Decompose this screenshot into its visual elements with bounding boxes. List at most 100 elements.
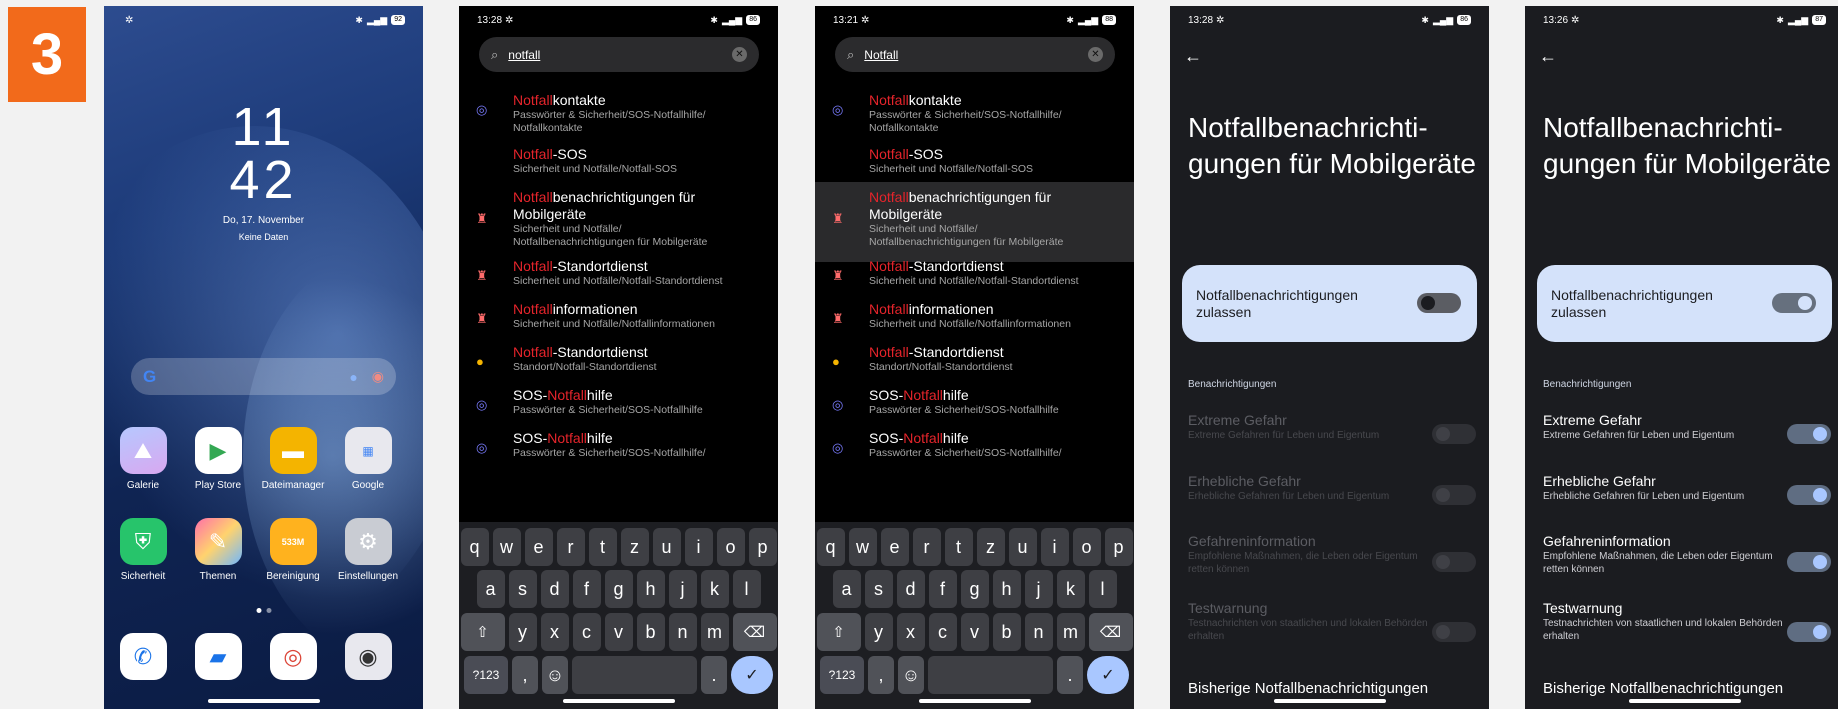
key[interactable]: c xyxy=(928,613,957,651)
search-result-item[interactable]: ♜ Notfall-Standortdienst Sicherheit und No… xyxy=(459,258,778,288)
period-key[interactable]: . xyxy=(1057,656,1083,694)
key[interactable]: e xyxy=(524,528,553,566)
symbols-key[interactable]: ?123 xyxy=(464,656,508,694)
key[interactable]: w xyxy=(848,528,877,566)
alert-option[interactable]: Erhebliche Gefahr Erhebliche Gefahren für… xyxy=(1543,472,1783,503)
lens-camera-icon[interactable]: ◉ xyxy=(372,368,384,385)
search-input[interactable]: ⌕ Notfall ✕ xyxy=(835,37,1115,72)
key[interactable]: j xyxy=(1024,570,1053,608)
alert-option[interactable]: Erhebliche Gefahr Erhebliche Gefahren für… xyxy=(1188,472,1428,503)
alert-option-toggle[interactable] xyxy=(1787,552,1831,572)
key[interactable]: n xyxy=(668,613,697,651)
key[interactable]: o xyxy=(1072,528,1101,566)
app-themen[interactable]: ✎ Themen xyxy=(181,518,255,582)
search-result-item[interactable]: ● Notfall-Standortdienst Standort/Notfall-… xyxy=(459,344,778,374)
key[interactable]: b xyxy=(636,613,665,651)
search-result-item[interactable]: ♜ Notfallbenachrichtigungen für Mobilgerä… xyxy=(815,182,1134,262)
back-arrow-icon[interactable]: ← xyxy=(1184,46,1202,67)
clear-icon[interactable]: ✕ xyxy=(732,47,747,62)
search-result-item[interactable]: ◎ SOS-Notfallhilfe Passwörter & Sicherheit… xyxy=(815,387,1134,417)
alert-option[interactable]: Testwarnung Testnachrichten von staatlich… xyxy=(1543,599,1783,643)
key[interactable]: e xyxy=(880,528,909,566)
key[interactable]: i xyxy=(684,528,713,566)
key[interactable]: k xyxy=(1056,570,1085,608)
alert-option-toggle[interactable] xyxy=(1432,485,1476,505)
key[interactable]: g xyxy=(960,570,989,608)
key[interactable]: r xyxy=(556,528,585,566)
key[interactable]: b xyxy=(992,613,1021,651)
key[interactable]: p xyxy=(748,528,777,566)
history-link[interactable]: Bisherige Notfallbenachrichtigungen xyxy=(1188,680,1428,697)
key[interactable]: o xyxy=(716,528,745,566)
key[interactable]: z xyxy=(976,528,1005,566)
history-link[interactable]: Bisherige Notfallbenachrichtigungen xyxy=(1543,680,1783,697)
search-result-item[interactable]: Notfall-SOS Sicherheit und Notfälle/Notfa… xyxy=(815,146,1134,176)
back-arrow-icon[interactable]: ← xyxy=(1539,46,1557,67)
search-result-item[interactable]: ♜ Notfall-Standortdienst Sicherheit und No… xyxy=(815,258,1134,288)
google-search-widget[interactable]: G ● ◉ xyxy=(131,358,396,395)
key[interactable]: d xyxy=(540,570,569,608)
key[interactable]: l xyxy=(1088,570,1117,608)
key[interactable]: s xyxy=(508,570,537,608)
allow-alerts-card[interactable]: Notfallbenachrichtigungen zulassen xyxy=(1182,265,1477,342)
space-key[interactable] xyxy=(572,656,697,694)
key[interactable]: a xyxy=(832,570,861,608)
microphone-icon[interactable]: ● xyxy=(349,369,357,385)
key[interactable]: h xyxy=(636,570,665,608)
key[interactable]: f xyxy=(572,570,601,608)
dock-phone[interactable]: ✆ xyxy=(106,633,180,680)
app-einstellungen[interactable]: ⚙ Einstellungen xyxy=(331,518,405,582)
app-google-folder[interactable]: ▦ Google xyxy=(331,427,405,491)
key[interactable]: h xyxy=(992,570,1021,608)
alert-option-toggle[interactable] xyxy=(1432,424,1476,444)
alert-option-toggle[interactable] xyxy=(1432,552,1476,572)
search-result-item[interactable]: ◎ Notfallkontakte Passwörter & Sicherheit/… xyxy=(459,92,778,135)
search-result-item[interactable]: ◎ Notfallkontakte Passwörter & Sicherheit/… xyxy=(815,92,1134,135)
app-play-store[interactable]: ▶ Play Store xyxy=(181,427,255,491)
period-key[interactable]: . xyxy=(701,656,727,694)
alert-option-toggle[interactable] xyxy=(1787,424,1831,444)
key[interactable]: v xyxy=(604,613,633,651)
key[interactable]: j xyxy=(668,570,697,608)
search-result-item[interactable]: ♜ Notfallbenachrichtigungen für Mobilgerä… xyxy=(459,189,778,249)
space-key[interactable] xyxy=(928,656,1053,694)
search-result-item[interactable]: Notfall-SOS Sicherheit und Notfälle/Notfa… xyxy=(459,146,778,176)
key[interactable]: l xyxy=(732,570,761,608)
backspace-icon[interactable]: ⌫ xyxy=(732,613,777,651)
key[interactable]: t xyxy=(588,528,617,566)
shift-icon[interactable]: ⇧ xyxy=(816,613,861,651)
key[interactable]: s xyxy=(864,570,893,608)
key[interactable]: q xyxy=(816,528,845,566)
key[interactable]: x xyxy=(896,613,925,651)
key[interactable]: c xyxy=(572,613,601,651)
shift-icon[interactable]: ⇧ xyxy=(460,613,505,651)
home-indicator[interactable] xyxy=(918,699,1031,703)
search-input[interactable]: ⌕ notfall ✕ xyxy=(479,37,759,72)
alert-option[interactable]: Gefahreninformation Empfohlene Maßnahmen,… xyxy=(1188,532,1428,576)
key[interactable]: k xyxy=(700,570,729,608)
key[interactable]: a xyxy=(476,570,505,608)
app-dateimanager[interactable]: ▬ Dateimanager xyxy=(256,427,330,491)
allow-alerts-toggle[interactable] xyxy=(1772,293,1816,313)
home-indicator[interactable] xyxy=(1273,699,1386,703)
key[interactable]: t xyxy=(944,528,973,566)
alert-option-toggle[interactable] xyxy=(1787,622,1831,642)
search-result-item[interactable]: ◎ SOS-Notfallhilfe Passwörter & Sicherheit… xyxy=(815,430,1134,460)
checkmark-icon[interactable]: ✓ xyxy=(731,656,773,694)
search-result-item[interactable]: ♜ Notfallinformationen Sicherheit und Notf… xyxy=(459,301,778,331)
alert-option[interactable]: Extreme Gefahr Extreme Gefahren für Leben… xyxy=(1543,411,1783,442)
search-result-item[interactable]: ◎ SOS-Notfallhilfe Passwörter & Sicherheit… xyxy=(459,387,778,417)
dock-chrome[interactable]: ◎ xyxy=(256,633,330,680)
comma-key[interactable]: , xyxy=(868,656,894,694)
alert-option[interactable]: Gefahreninformation Empfohlene Maßnahmen,… xyxy=(1543,532,1783,576)
search-result-item[interactable]: ● Notfall-Standortdienst Standort/Notfall-… xyxy=(815,344,1134,374)
key[interactable]: g xyxy=(604,570,633,608)
checkmark-icon[interactable]: ✓ xyxy=(1087,656,1129,694)
search-result-item[interactable]: ♜ Notfallinformationen Sicherheit und Notf… xyxy=(815,301,1134,331)
key[interactable]: u xyxy=(652,528,681,566)
emoji-icon[interactable]: ☺ xyxy=(542,656,568,694)
key[interactable]: p xyxy=(1104,528,1133,566)
key[interactable]: f xyxy=(928,570,957,608)
key[interactable]: i xyxy=(1040,528,1069,566)
home-indicator[interactable] xyxy=(1628,699,1741,703)
